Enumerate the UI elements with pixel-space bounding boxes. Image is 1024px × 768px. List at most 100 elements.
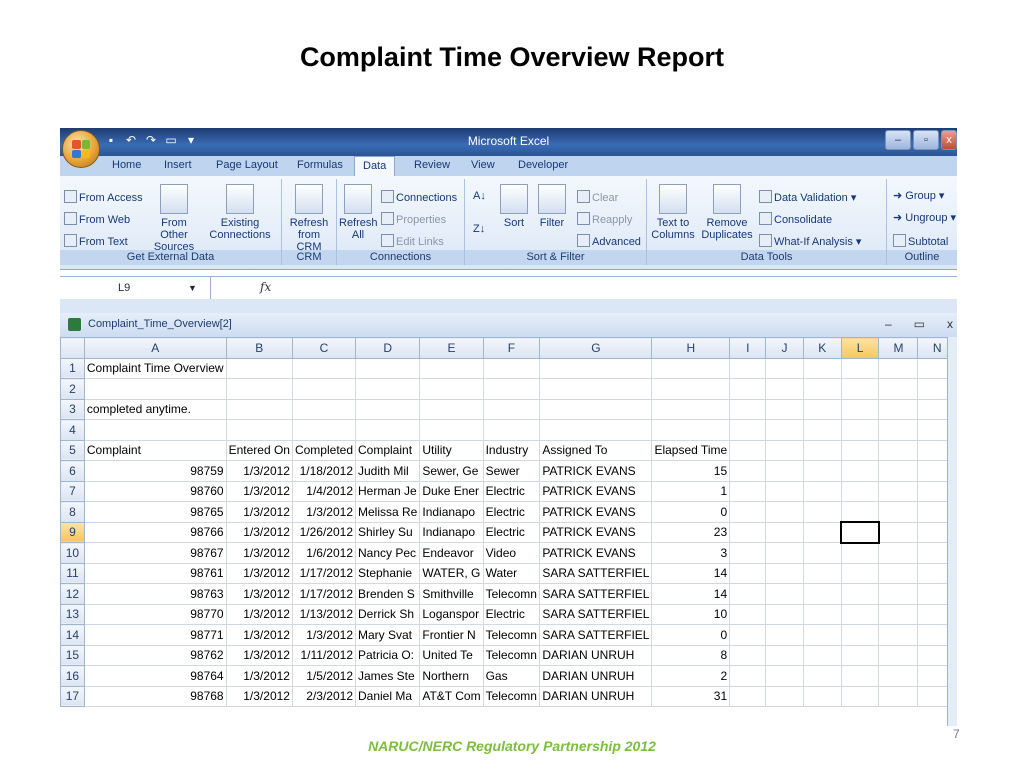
cell-h12[interactable]: 14: [651, 583, 731, 605]
cell-a5[interactable]: Complaint: [83, 439, 227, 461]
cell-i11[interactable]: [729, 562, 767, 584]
from-other-sources-button[interactable]: From Other Sources: [146, 184, 202, 253]
cell-l2[interactable]: [840, 378, 880, 400]
cell-k10[interactable]: [802, 542, 842, 564]
cell-b8[interactable]: 1/3/2012: [225, 501, 293, 523]
tab-formulas[interactable]: Formulas: [297, 159, 343, 171]
cell-i6[interactable]: [729, 460, 767, 482]
cell-g13[interactable]: SARA SATTERFIEL: [539, 603, 653, 625]
cell-a9[interactable]: 98766: [83, 521, 227, 543]
row-header[interactable]: 8: [60, 501, 85, 523]
cell-k16[interactable]: [802, 665, 842, 687]
refresh-from-crm-button[interactable]: Refresh from CRM: [284, 184, 334, 253]
cell-h7[interactable]: 1: [651, 480, 731, 502]
select-all-corner[interactable]: [60, 337, 85, 359]
clear-button[interactable]: Clear: [577, 190, 618, 205]
cell-j14[interactable]: [765, 624, 804, 646]
cell-j12[interactable]: [765, 583, 804, 605]
cell-a12[interactable]: 98763: [83, 583, 227, 605]
cell-d6[interactable]: Judith Mil: [354, 460, 421, 482]
cell-j17[interactable]: [765, 685, 804, 707]
cell-c17[interactable]: 2/3/2012: [291, 685, 357, 707]
cell-f4[interactable]: [482, 419, 541, 441]
cell-l7[interactable]: [840, 480, 880, 502]
cell-c6[interactable]: 1/18/2012: [291, 460, 357, 482]
cell-g12[interactable]: SARA SATTERFIEL: [539, 583, 653, 605]
row-header[interactable]: 5: [60, 439, 85, 461]
cell-l5[interactable]: [840, 439, 880, 461]
remove-duplicates-button[interactable]: Remove Duplicates: [699, 184, 755, 241]
cell-j2[interactable]: [765, 378, 804, 400]
cell-j16[interactable]: [765, 665, 804, 687]
cell-k8[interactable]: [802, 501, 842, 523]
cell-b7[interactable]: 1/3/2012: [225, 480, 293, 502]
cell-j9[interactable]: [765, 521, 804, 543]
cell-f12[interactable]: Telecomn: [482, 583, 541, 605]
cell-i3[interactable]: [729, 398, 767, 420]
cell-i16[interactable]: [729, 665, 767, 687]
sort-descending-icon[interactable]: Z↓: [473, 223, 485, 236]
cell-h9[interactable]: 23: [651, 521, 731, 543]
sort-ascending-icon[interactable]: A↓: [473, 190, 486, 203]
cell-f5[interactable]: Industry: [482, 439, 541, 461]
cell-b10[interactable]: 1/3/2012: [225, 542, 293, 564]
cell-g17[interactable]: DARIAN UNRUH: [539, 685, 653, 707]
cell-f9[interactable]: Electric: [482, 521, 541, 543]
cell-b17[interactable]: 1/3/2012: [225, 685, 293, 707]
column-header-l[interactable]: L: [840, 337, 880, 359]
column-header-j[interactable]: J: [765, 337, 804, 359]
cell-e4[interactable]: [419, 419, 484, 441]
function-icon[interactable]: fx: [260, 280, 271, 294]
cell-e16[interactable]: Northern: [419, 665, 484, 687]
row-header[interactable]: 6: [60, 460, 85, 482]
close-icon[interactable]: x: [941, 130, 957, 150]
cell-j4[interactable]: [765, 419, 804, 441]
cell-b11[interactable]: 1/3/2012: [225, 562, 293, 584]
cell-m3[interactable]: [878, 398, 919, 420]
cell-f7[interactable]: Electric: [482, 480, 541, 502]
cell-e15[interactable]: United Te: [419, 644, 484, 666]
cell-j11[interactable]: [765, 562, 804, 584]
cell-k7[interactable]: [802, 480, 842, 502]
row-header[interactable]: 15: [60, 644, 85, 666]
cell-l15[interactable]: [840, 644, 880, 666]
row-header[interactable]: 9: [60, 521, 85, 543]
row-header[interactable]: 17: [60, 685, 85, 707]
cell-h4[interactable]: [651, 419, 731, 441]
cell-g10[interactable]: PATRICK EVANS: [539, 542, 653, 564]
cell-c2[interactable]: [291, 378, 357, 400]
cell-e17[interactable]: AT&T Com: [419, 685, 484, 707]
cell-l13[interactable]: [840, 603, 880, 625]
cell-l8[interactable]: [840, 501, 880, 523]
cell-k15[interactable]: [802, 644, 842, 666]
cell-i7[interactable]: [729, 480, 767, 502]
cell-f2[interactable]: [482, 378, 541, 400]
cell-m10[interactable]: [878, 542, 919, 564]
cell-f3[interactable]: [482, 398, 541, 420]
row-header[interactable]: 11: [60, 562, 85, 584]
cell-d17[interactable]: Daniel Ma: [354, 685, 421, 707]
cell-l4[interactable]: [840, 419, 880, 441]
cell-b5[interactable]: Entered On: [225, 439, 293, 461]
name-box[interactable]: L9 ▼: [60, 277, 211, 299]
cell-j13[interactable]: [765, 603, 804, 625]
office-button[interactable]: [62, 130, 100, 168]
cell-i17[interactable]: [729, 685, 767, 707]
cell-k3[interactable]: [802, 398, 842, 420]
cell-m5[interactable]: [878, 439, 919, 461]
cell-k17[interactable]: [802, 685, 842, 707]
tab-view[interactable]: View: [471, 159, 495, 171]
cell-g9[interactable]: PATRICK EVANS: [539, 521, 653, 543]
column-header-c[interactable]: C: [291, 337, 357, 359]
cell-h10[interactable]: 3: [651, 542, 731, 564]
cell-b3[interactable]: [225, 398, 293, 420]
cell-l11[interactable]: [840, 562, 880, 584]
group-button[interactable]: ➜ Group ▾: [893, 190, 944, 203]
cell-m8[interactable]: [878, 501, 919, 523]
cell-m14[interactable]: [878, 624, 919, 646]
cell-g5[interactable]: Assigned To: [539, 439, 653, 461]
cell-b16[interactable]: 1/3/2012: [225, 665, 293, 687]
tab-review[interactable]: Review: [414, 159, 450, 171]
cell-i8[interactable]: [729, 501, 767, 523]
cell-k1[interactable]: [802, 357, 842, 379]
